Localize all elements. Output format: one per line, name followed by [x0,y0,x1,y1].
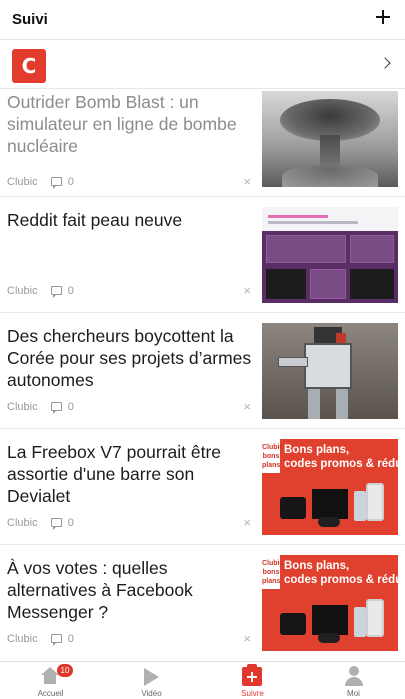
article-headline[interactable]: À vos votes : quelles alternatives à Fac… [7,557,253,623]
comment-icon [50,634,62,646]
followed-source-row[interactable]: C [0,41,405,89]
bottom-tab-bar: 10 Accueil Vidéo Suivre Moi [0,661,405,699]
article-source: Clubic [7,176,38,188]
comment-count: 0 [67,285,74,297]
top-header: Suivi [0,0,405,40]
page-title: Suivi [12,11,48,28]
tab-label: Accueil [37,689,64,698]
article-meta: Clubic 0 [7,401,74,414]
article-source: Clubic [7,285,38,297]
article-source: Clubic [7,401,38,413]
tab-label: Suivre [241,689,264,698]
tab-moi[interactable]: Moi [303,662,404,699]
dismiss-icon[interactable]: × [243,174,251,189]
comment-icon [50,286,62,298]
article-headline[interactable]: Outrider Bomb Blast : un simulateur en l… [7,91,253,157]
article-item[interactable]: À vos votes : quelles alternatives à Fac… [0,545,405,661]
comment-icon [50,402,62,414]
robot-image [262,323,398,419]
comment-count: 0 [67,517,74,529]
tab-label: Vidéo [141,689,162,698]
dismiss-icon[interactable]: × [243,283,251,298]
reddit-redesign-screenshot [262,207,398,303]
article-meta: Clubic 0 [7,633,74,646]
dismiss-icon[interactable]: × [243,399,251,414]
comment-icon [50,177,62,189]
article-source: Clubic [7,633,38,645]
clubic-logo-icon: C [12,49,46,83]
tab-suivre[interactable]: Suivre [202,662,303,699]
article-item[interactable]: Des chercheurs boycottent la Corée pour … [0,313,405,429]
article-item[interactable]: Reddit fait peau neuve Clubic 0 × [0,197,405,313]
follow-plus-icon [242,664,262,686]
bons-plans-banner: Clubic bons plans Bons plans, codes prom… [262,555,398,651]
add-icon[interactable] [375,8,391,24]
article-item[interactable]: La Freebox V7 pourrait être assortie d'u… [0,429,405,545]
comment-count: 0 [67,633,74,645]
article-meta: Clubic 0 [7,285,74,298]
article-feed: Outrider Bomb Blast : un simulateur en l… [0,90,405,661]
tab-accueil[interactable]: 10 Accueil [0,662,101,699]
article-meta: Clubic 0 [7,176,74,189]
dismiss-icon[interactable]: × [243,515,251,530]
article-source: Clubic [7,517,38,529]
article-headline[interactable]: La Freebox V7 pourrait être assortie d'u… [7,441,253,507]
dismiss-icon[interactable]: × [243,631,251,646]
article-meta: Clubic 0 [7,517,74,530]
play-icon [144,668,159,686]
tab-label: Moi [347,689,360,698]
comment-count: 0 [67,401,74,413]
bons-plans-banner: Clubic bons plans Bons plans, codes prom… [262,439,398,535]
comment-icon [50,518,62,530]
article-headline[interactable]: Reddit fait peau neuve [7,209,253,231]
article-headline[interactable]: Des chercheurs boycottent la Corée pour … [7,325,253,391]
article-item[interactable]: Outrider Bomb Blast : un simulateur en l… [0,90,405,197]
chevron-right-icon[interactable] [379,57,391,69]
comment-count: 0 [67,176,74,188]
profile-icon [345,666,363,686]
nuclear-explosion-image [262,91,398,187]
tab-video[interactable]: Vidéo [101,662,202,699]
notification-badge: 10 [57,664,73,677]
